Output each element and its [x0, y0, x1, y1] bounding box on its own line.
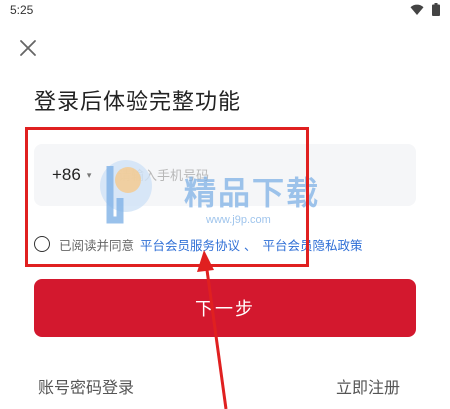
wifi-icon — [410, 4, 424, 15]
chevron-down-icon: ▾ — [86, 169, 92, 180]
country-code-selector[interactable]: +86 ▾ — [52, 165, 91, 185]
agreement-row: 已阅读并同意 平台会员服务协议 、 平台会员隐私政策 — [34, 234, 363, 254]
page-title: 登录后体验完整功能 — [34, 90, 242, 115]
service-agreement-link[interactable]: 平台会员服务协议 — [140, 235, 240, 254]
agree-text: 已阅读并同意 — [59, 237, 135, 253]
privacy-policy-link[interactable]: 平台会员隐私政策 — [263, 235, 363, 254]
phone-field: +86 ▾ — [34, 144, 416, 206]
phone-input[interactable] — [116, 162, 400, 190]
next-button[interactable]: 下一步 — [34, 279, 416, 337]
agree-radio[interactable] — [34, 236, 50, 252]
watermark-url: www.j9p.com — [206, 214, 271, 226]
status-bar: 5:25 — [0, 0, 450, 22]
status-time: 5:25 — [10, 3, 34, 17]
close-button[interactable] — [16, 36, 40, 60]
account-password-login-link[interactable]: 账号密码登录 — [38, 374, 134, 398]
country-code-label: +86 — [52, 165, 81, 184]
link-separator: 、 — [244, 237, 257, 253]
close-icon — [20, 40, 36, 56]
register-link[interactable]: 立即注册 — [336, 374, 400, 398]
battery-icon — [432, 3, 440, 16]
